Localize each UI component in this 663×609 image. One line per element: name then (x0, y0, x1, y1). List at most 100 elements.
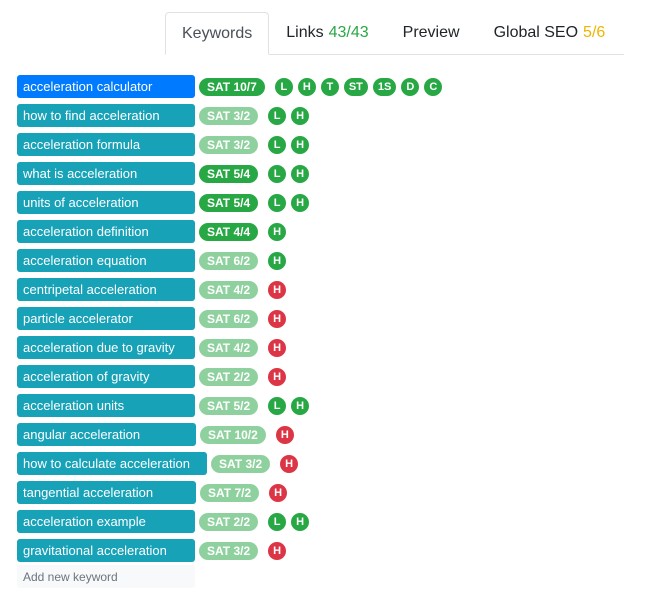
keyword-row: gravitational acceleration SAT 3/2 H (17, 536, 442, 565)
tab-bar: Keywords Links 43/43 Preview Global SEO … (165, 12, 624, 55)
status-badge: L (268, 135, 287, 154)
tab-preview[interactable]: Preview (386, 12, 477, 54)
status-badge: L (268, 164, 287, 183)
keyword-row: centripetal acceleration SAT 4/2 H (17, 275, 442, 304)
keyword-chip[interactable]: acceleration calculator (17, 75, 195, 98)
keyword-row: acceleration equation SAT 6/2 H (17, 246, 442, 275)
keyword-row: particle accelerator SAT 6/2 H (17, 304, 442, 333)
sat-badge: SAT 6/2 (199, 309, 259, 328)
keyword-row: units of acceleration SAT 5/4 L H (17, 188, 442, 217)
status-badge: L (268, 512, 287, 531)
keyword-badges: SAT 3/2 H (211, 454, 299, 473)
keyword-chip[interactable]: acceleration equation (17, 249, 195, 272)
keyword-row: acceleration definition SAT 4/4 H (17, 217, 442, 246)
keyword-chip[interactable]: acceleration of gravity (17, 365, 195, 388)
keyword-chip[interactable]: units of acceleration (17, 191, 195, 214)
status-badge: H (268, 309, 287, 328)
tab-global-seo[interactable]: Global SEO 5/6 (477, 12, 623, 54)
keyword-badges: SAT 6/2 H (199, 309, 287, 328)
keyword-chip[interactable]: how to find acceleration (17, 104, 195, 127)
keyword-badges: SAT 4/2 H (199, 338, 287, 357)
sat-badge: SAT 10/7 (199, 77, 265, 96)
sat-badge: SAT 4/4 (199, 222, 259, 241)
keyword-badges: SAT 5/4 L H (199, 164, 310, 183)
status-badge: H (268, 251, 287, 270)
tab-keywords[interactable]: Keywords (165, 12, 270, 55)
keyword-chip[interactable]: particle accelerator (17, 307, 195, 330)
tab-global-seo-count: 5/6 (583, 24, 606, 41)
keyword-row: acceleration example SAT 2/2 L H (17, 507, 442, 536)
keyword-chip[interactable]: acceleration example (17, 510, 195, 533)
keyword-badges: SAT 2/2 L H (199, 512, 310, 531)
sat-badge: SAT 6/2 (199, 251, 259, 270)
keyword-chip[interactable]: acceleration due to gravity (17, 336, 195, 359)
keyword-chip[interactable]: angular acceleration (17, 423, 196, 446)
sat-badge: SAT 2/2 (199, 367, 259, 386)
keyword-row: how to find acceleration SAT 3/2 L H (17, 101, 442, 130)
keyword-chip[interactable]: what is acceleration (17, 162, 195, 185)
sat-badge: SAT 4/2 (199, 338, 259, 357)
status-badge: H (291, 193, 310, 212)
keyword-badges: SAT 3/2 L H (199, 106, 310, 125)
status-badge: D (401, 77, 420, 96)
keyword-badges: SAT 4/4 H (199, 222, 287, 241)
sat-badge: SAT 5/4 (199, 164, 259, 183)
tab-global-seo-label: Global SEO (493, 24, 579, 41)
keyword-badges: SAT 3/2 H (199, 541, 287, 560)
keyword-chip[interactable]: tangential acceleration (17, 481, 196, 504)
keyword-row: tangential acceleration SAT 7/2 H (17, 478, 442, 507)
status-badge: H (268, 280, 287, 299)
status-badge: H (291, 106, 310, 125)
sat-badge: SAT 10/2 (200, 425, 266, 444)
keyword-row: what is acceleration SAT 5/4 L H (17, 159, 442, 188)
status-badge: H (291, 135, 310, 154)
status-badge: H (268, 541, 287, 560)
keyword-badges: SAT 2/2 H (199, 367, 287, 386)
sat-badge: SAT 3/2 (199, 106, 259, 125)
sat-badge: SAT 5/4 (199, 193, 259, 212)
sat-badge: SAT 4/2 (199, 280, 259, 299)
keyword-badges: SAT 4/2 H (199, 280, 287, 299)
tab-links[interactable]: Links 43/43 (269, 12, 385, 54)
keyword-chip[interactable]: gravitational acceleration (17, 539, 195, 562)
keyword-chip[interactable]: acceleration definition (17, 220, 195, 243)
keyword-row: angular acceleration SAT 10/2 H (17, 420, 442, 449)
keyword-row: acceleration calculator SAT 10/7 L H T ST 1S D C (17, 72, 443, 101)
keyword-row: acceleration due to gravity SAT 4/2 H (17, 333, 442, 362)
status-badge: H (268, 367, 287, 386)
tab-links-label: Links (286, 24, 324, 41)
status-badge: L (274, 77, 293, 96)
keyword-list: acceleration calculator SAT 10/7 L H T ST 1S D C… (17, 72, 443, 565)
keyword-row: how to calculate acceleration SAT 3/2 H (17, 449, 442, 478)
status-badge: H (275, 425, 294, 444)
keyword-badges: SAT 5/2 L H (199, 396, 310, 415)
status-badge: L (268, 396, 287, 415)
keyword-chip[interactable]: acceleration units (17, 394, 195, 417)
status-badge: H (280, 454, 299, 473)
sat-badge: SAT 3/2 (211, 454, 271, 473)
keyword-badges: SAT 7/2 H (200, 483, 288, 502)
add-keyword-input[interactable] (17, 565, 195, 588)
keyword-row: acceleration units SAT 5/2 L H (17, 391, 442, 420)
tab-preview-label: Preview (402, 24, 460, 41)
status-badge: 1S (372, 77, 397, 96)
sat-badge: SAT 2/2 (199, 512, 259, 531)
tab-links-count: 43/43 (328, 24, 369, 41)
keyword-chip[interactable]: centripetal acceleration (17, 278, 195, 301)
status-badge: ST (343, 77, 368, 96)
keyword-chip[interactable]: acceleration formula (17, 133, 195, 156)
keyword-badges: SAT 10/7 L H T ST 1S D C (199, 77, 443, 96)
sat-badge: SAT 7/2 (200, 483, 260, 502)
keyword-badges: SAT 6/2 H (199, 251, 287, 270)
status-badge: H (291, 164, 310, 183)
status-badge: T (320, 77, 339, 96)
status-badge: H (268, 222, 287, 241)
keyword-badges: SAT 10/2 H (200, 425, 294, 444)
keyword-row: acceleration formula SAT 3/2 L H (17, 130, 442, 159)
status-badge: H (269, 483, 288, 502)
sat-badge: SAT 3/2 (199, 135, 259, 154)
keyword-chip[interactable]: how to calculate acceleration (17, 452, 207, 475)
status-badge: H (291, 512, 310, 531)
status-badge: H (291, 396, 310, 415)
status-badge: H (297, 77, 316, 96)
